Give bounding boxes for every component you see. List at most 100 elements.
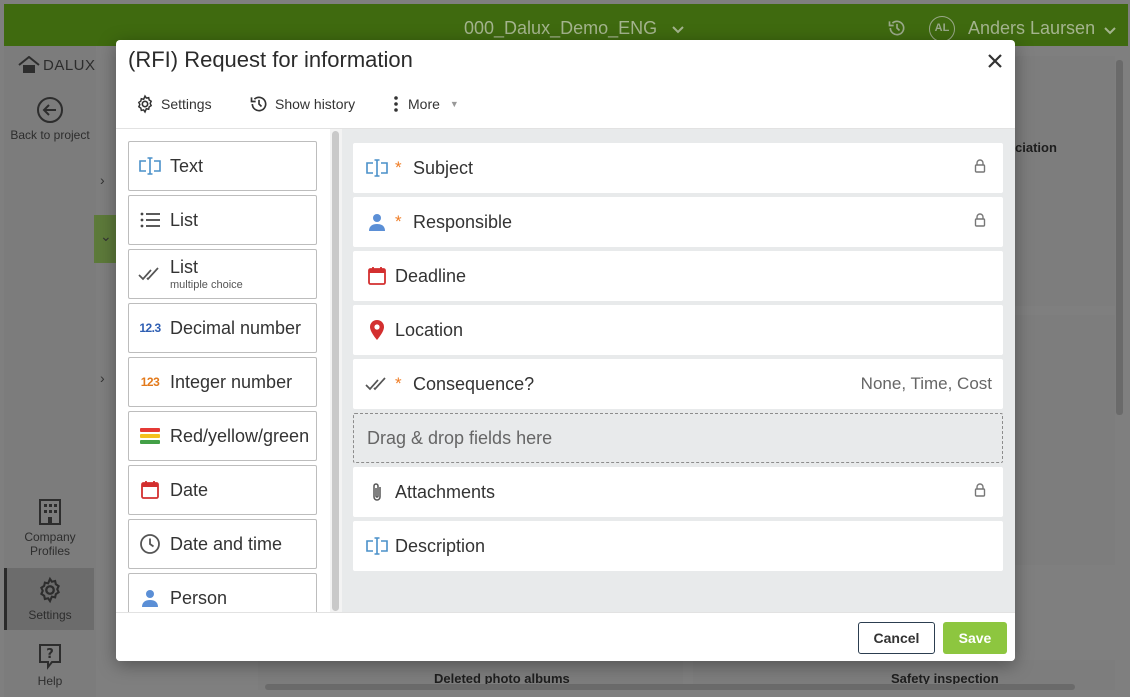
building-icon (39, 499, 61, 525)
company-profiles-link[interactable]: Company Profiles (4, 498, 96, 558)
settings-label: Settings (28, 608, 72, 622)
list-icon (137, 210, 163, 230)
chevron-down-icon[interactable] (1104, 22, 1116, 40)
form-field-attachments[interactable]: Attachments (353, 467, 1003, 517)
settings-button[interactable]: Settings (135, 92, 212, 116)
palette-item-label: Person (170, 587, 228, 608)
svg-text:?: ? (46, 647, 54, 662)
form-field-subject[interactable]: * Subject (353, 143, 1003, 193)
lock-icon (974, 158, 986, 178)
palette-item-label: Red/yellow/green (170, 425, 310, 446)
calendar-icon (365, 266, 389, 286)
background-card (1015, 315, 1115, 565)
double-check-icon (365, 374, 389, 394)
palette-item-label: Text (170, 155, 204, 176)
palette-item-red-yellow-green[interactable]: Red/yellow/green (128, 411, 317, 461)
form-field-description[interactable]: Description (353, 521, 1003, 571)
gear-icon (40, 576, 60, 604)
close-icon (988, 54, 1002, 68)
settings-link[interactable]: Settings (4, 576, 96, 622)
paperclip-icon (365, 481, 389, 503)
palette-item-date[interactable]: Date (128, 465, 317, 515)
decimal-number-icon-text: 12.3 (139, 321, 161, 335)
cancel-button[interactable]: Cancel (858, 622, 935, 654)
palette-item-person[interactable]: Person (128, 573, 317, 613)
logo-text: DALUX (43, 56, 96, 74)
project-selector[interactable]: 000_Dalux_Demo_ENG (464, 18, 684, 39)
traffic-light-icon (137, 427, 163, 445)
palette-item-text[interactable]: Text (128, 141, 317, 191)
background-card (1015, 56, 1115, 306)
lock-icon (974, 212, 986, 232)
dialog-body: Text List List multiple choice 12.3 Deci… (116, 128, 1015, 613)
double-check-icon (137, 264, 163, 284)
chevron-down-icon (672, 18, 684, 39)
background-scrollbar[interactable] (265, 684, 1075, 690)
palette-item-list[interactable]: List (128, 195, 317, 245)
required-marker: * (395, 374, 402, 393)
form-field-deadline[interactable]: Deadline (353, 251, 1003, 301)
save-button[interactable]: Save (943, 622, 1007, 654)
person-icon (365, 212, 389, 232)
palette-item-date-and-time[interactable]: Date and time (128, 519, 317, 569)
text-field-icon (137, 156, 163, 176)
more-menu-button[interactable]: More ▼ (390, 92, 459, 116)
chevron-right-icon[interactable]: › (100, 370, 105, 386)
form-field-label: Responsible (413, 211, 513, 232)
house-logo-icon (18, 56, 40, 73)
dialog-title: (RFI) Request for information (128, 47, 413, 72)
dalux-logo: DALUX (18, 56, 96, 74)
background-scrollbar[interactable] (1116, 60, 1123, 415)
close-button[interactable] (984, 50, 1006, 72)
clock-icon (137, 533, 163, 555)
dialog-footer: Cancel Save (116, 612, 1015, 661)
help-link[interactable]: ? Help (4, 642, 96, 688)
location-pin-icon (365, 319, 389, 341)
required-marker: * (395, 158, 402, 177)
field-type-palette: Text List List multiple choice 12.3 Deci… (116, 129, 342, 613)
form-field-location[interactable]: Location (353, 305, 1003, 355)
form-field-consequence[interactable]: * Consequence? None, Time, Cost (353, 359, 1003, 409)
chevron-down-icon[interactable]: ⌄ (100, 228, 112, 245)
palette-item-label: Date and time (170, 533, 283, 554)
more-label: More (408, 96, 440, 112)
show-history-button[interactable]: Show history (249, 92, 355, 116)
user-name[interactable]: Anders Laursen (968, 18, 1095, 39)
project-name: 000_Dalux_Demo_ENG (464, 18, 658, 38)
sidebar-item-settings-active[interactable]: Settings (4, 568, 94, 630)
palette-item-sublabel: multiple choice (170, 279, 243, 291)
palette-item-label: Integer number (170, 371, 293, 392)
form-field-label: Location (395, 319, 464, 340)
palette-item-integer-number[interactable]: 123 Integer number (128, 357, 317, 407)
palette-scrollbar-thumb[interactable] (332, 131, 339, 611)
form-field-label: Description (395, 535, 486, 556)
caret-down-icon: ▼ (449, 99, 459, 109)
calendar-icon (137, 480, 163, 500)
integer-number-icon: 123 (137, 375, 163, 389)
arrow-left-circle-icon (37, 97, 63, 123)
palette-item-list-multiple[interactable]: List multiple choice (128, 249, 317, 299)
history-icon (250, 96, 267, 112)
palette-item-label: Date (170, 479, 209, 500)
palette-item-decimal-number[interactable]: 12.3 Decimal number (128, 303, 317, 353)
palette-item-label: List (170, 209, 199, 230)
required-marker: * (395, 212, 402, 231)
chevron-right-icon[interactable]: › (100, 172, 105, 188)
drop-zone[interactable]: Drag & drop fields here (353, 413, 1003, 463)
help-icon: ? (39, 644, 61, 670)
background-card-text: ciation (1015, 140, 1057, 155)
lock-icon (974, 482, 986, 502)
person-icon (137, 588, 163, 608)
form-field-label: Attachments (395, 481, 496, 502)
integer-number-icon-text: 123 (140, 375, 160, 389)
avatar[interactable]: AL (929, 16, 955, 42)
rfi-template-dialog: (RFI) Request for information Settings S… (116, 40, 1015, 661)
back-to-project-link[interactable]: Back to project (4, 96, 96, 142)
form-field-responsible[interactable]: * Responsible (353, 197, 1003, 247)
dialog-toolbar: Settings Show history More ▼ (116, 92, 1015, 128)
palette-item-label: Decimal number (170, 317, 302, 338)
text-field-icon (365, 536, 389, 556)
decimal-number-icon: 12.3 (137, 321, 163, 335)
form-field-value: None, Time, Cost (860, 374, 992, 393)
palette-item-label: List (170, 257, 199, 277)
